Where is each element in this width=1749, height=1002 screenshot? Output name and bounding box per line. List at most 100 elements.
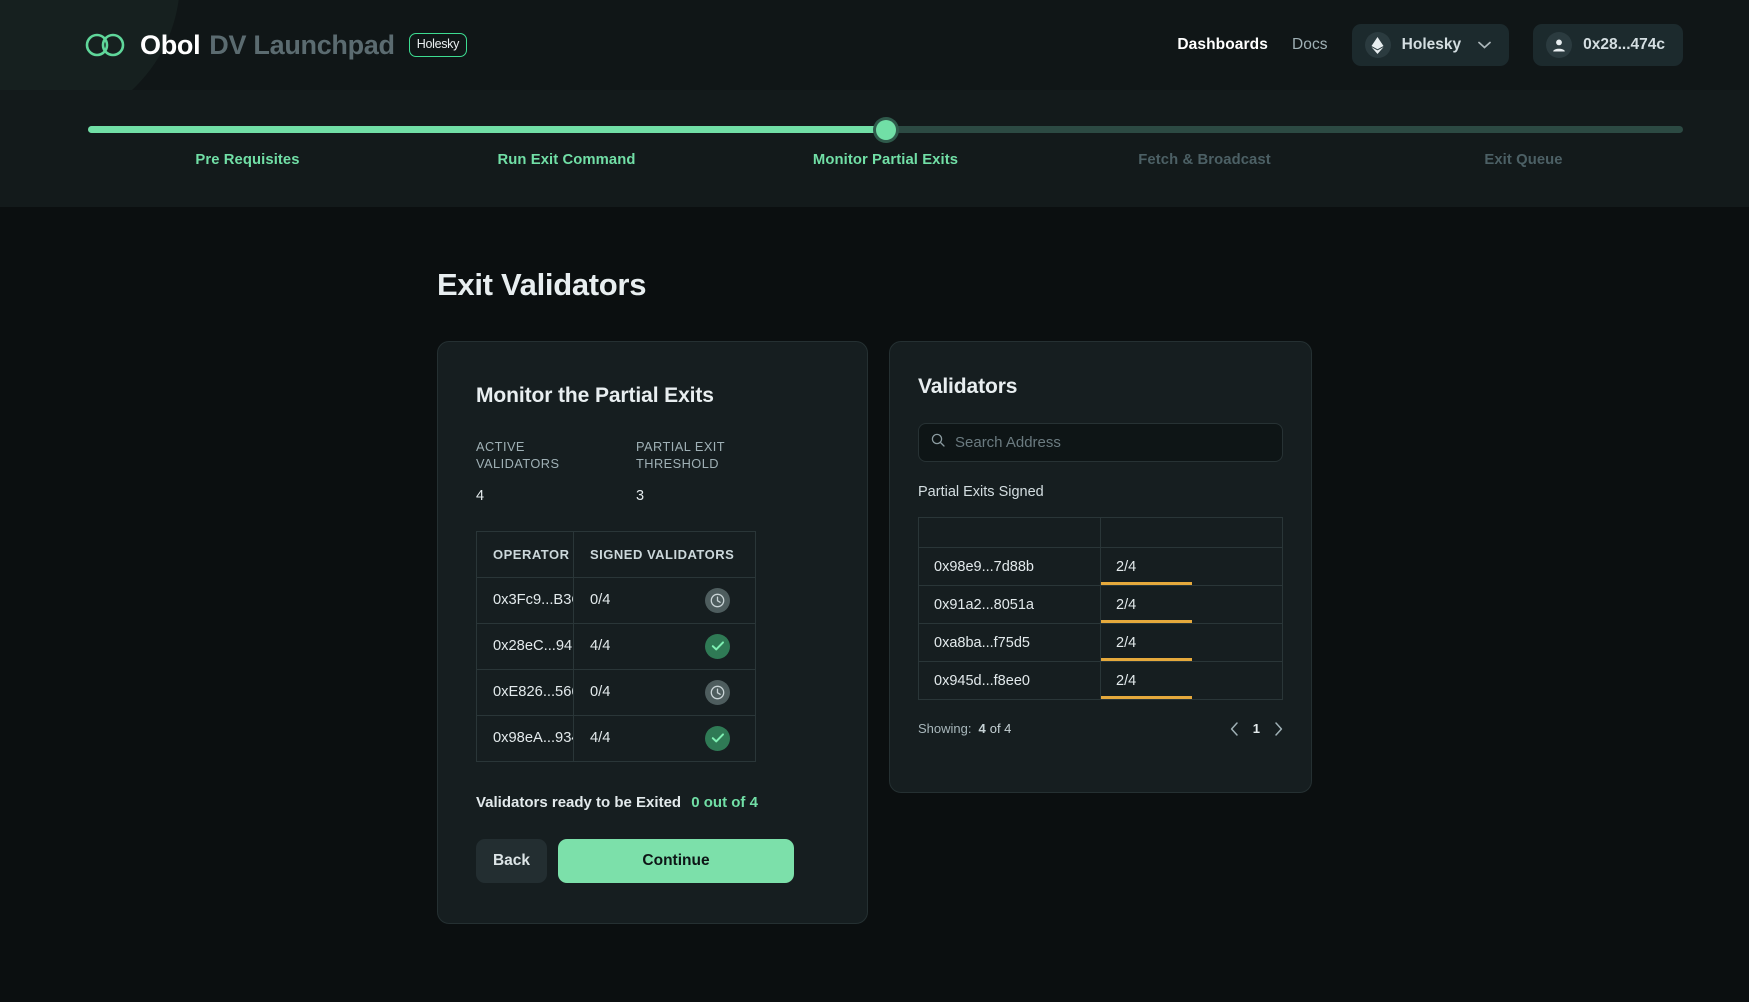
page-number[interactable]: 1 [1253,721,1260,736]
operator-signed-cell: 4/4 [574,623,756,669]
stepper-labels: Pre Requisites Run Exit Command Monitor … [88,152,1683,168]
operator-signed-count: 0/4 [590,684,705,700]
validators-ready-count: 0 out of 4 [691,794,758,811]
table-row: 0xa8ba...f75d5 2/4 [919,624,1283,662]
brand-obol: Obol [140,30,200,61]
progress-stepper: Pre Requisites Run Exit Command Monitor … [0,90,1749,207]
validator-signed-cell: 2/4 [1101,624,1283,662]
validator-signed-cell: 2/4 [1101,586,1283,624]
validator-progress-bar [1101,696,1192,699]
next-page-icon[interactable] [1274,722,1283,736]
validator-signed-cell: 2/4 [1101,662,1283,700]
validators-card: Validators Partial Exits Signed 0x [889,341,1312,793]
chevron-down-icon [1478,41,1491,49]
validator-signed-count: 2/4 [1101,597,1282,613]
operator-address: 0x98eA...934b [477,715,574,761]
table-row: 0x3Fc9...B3Ca 0/4 [477,577,756,623]
stat-partial-exit-threshold-label: PARTIAL EXIT THRESHOLD [636,439,746,473]
network-selector-label: Holesky [1402,36,1461,54]
operator-address: 0x3Fc9...B3Ca [477,577,574,623]
validator-signed-cell: 2/4 [1101,548,1283,586]
col-validator-signed [1101,518,1283,548]
nav-docs[interactable]: Docs [1292,36,1328,54]
search-address-box[interactable] [918,423,1283,462]
operator-signed-cell: 0/4 [574,577,756,623]
operator-signed-count: 4/4 [590,638,705,654]
brand-title: Obol DV Launchpad Holesky [140,30,467,61]
obol-logo-icon [84,32,126,58]
validators-table-header [919,518,1283,548]
operators-table-header: OPERATOR SIGNED VALIDATORS [477,531,756,577]
search-icon [931,433,945,452]
ethereum-icon [1365,32,1391,58]
stat-active-validators-value: 4 [476,488,636,504]
showing-label: Showing: [918,721,971,736]
continue-button[interactable]: Continue [558,839,794,883]
brand-product: DV Launchpad [209,30,394,61]
step-run-exit-command[interactable]: Run Exit Command [407,152,726,168]
app-header: Obol DV Launchpad Holesky Dashboards Doc… [0,0,1749,90]
step-exit-queue[interactable]: Exit Queue [1364,152,1683,168]
card-actions: Back Continue [476,839,829,883]
right-card-title: Validators [918,375,1283,399]
table-row: 0xE826...5663 0/4 [477,669,756,715]
stat-partial-exit-threshold-value: 3 [636,488,796,504]
operator-address: 0xE826...5663 [477,669,574,715]
page-title: Exit Validators [0,267,1749,303]
nav-dashboards[interactable]: Dashboards [1177,36,1268,54]
showing-total: of 4 [990,721,1012,736]
stat-active-validators: ACTIVE VALIDATORS 4 [476,439,636,504]
table-row: 0x28eC...9474 4/4 [477,623,756,669]
clock-icon [705,588,730,613]
stepper-track-fill [88,126,886,133]
validator-address: 0x945d...f8ee0 [919,662,1101,700]
stepper-track [88,126,1683,133]
left-card-title: Monitor the Partial Exits [476,384,829,408]
main-content: Exit Validators Monitor the Partial Exit… [0,207,1749,924]
validator-signed-count: 2/4 [1101,559,1282,575]
prev-page-icon[interactable] [1230,722,1239,736]
network-chip: Holesky [409,33,467,57]
operator-signed-cell: 0/4 [574,669,756,715]
step-fetch-broadcast[interactable]: Fetch & Broadcast [1045,152,1364,168]
wallet-button[interactable]: 0x28...474c [1533,24,1683,66]
table-row: 0x945d...f8ee0 2/4 [919,662,1283,700]
validator-signed-count: 2/4 [1101,673,1282,689]
operator-signed-cell: 4/4 [574,715,756,761]
validators-ready-row: Validators ready to be Exited 0 out of 4 [476,794,829,811]
validators-table-footer: Showing: 4 of 4 1 [918,721,1283,736]
stepper-knob[interactable] [876,120,896,140]
step-monitor-partial-exits[interactable]: Monitor Partial Exits [726,152,1045,168]
header-nav: Dashboards Docs Holesky 0x28...474c [1177,24,1683,66]
operator-signed-count: 0/4 [590,592,705,608]
clock-icon [705,680,730,705]
validators-ready-label: Validators ready to be Exited [476,794,681,811]
validators-table: 0x98e9...7d88b 2/4 0x91a2...8051a 2/4 [918,517,1283,700]
stat-active-validators-label: ACTIVE VALIDATORS [476,439,586,473]
pagination: 1 [1230,721,1283,736]
col-signed-validators: SIGNED VALIDATORS [574,531,756,577]
search-input[interactable] [955,434,1270,451]
stats-row: ACTIVE VALIDATORS 4 PARTIAL EXIT THRESHO… [476,439,829,504]
col-validator-address [919,518,1101,548]
operator-signed-count: 4/4 [590,730,705,746]
col-operator: OPERATOR [477,531,574,577]
wallet-address: 0x28...474c [1583,36,1665,54]
validator-address: 0xa8ba...f75d5 [919,624,1101,662]
table-row: 0x98eA...934b 4/4 [477,715,756,761]
check-icon [705,726,730,751]
table-row: 0x98e9...7d88b 2/4 [919,548,1283,586]
brand: Obol DV Launchpad Holesky [84,30,467,61]
network-selector[interactable]: Holesky [1352,24,1509,66]
check-icon [705,634,730,659]
back-button[interactable]: Back [476,839,547,883]
step-pre-requisites[interactable]: Pre Requisites [88,152,407,168]
partial-exits-signed-label: Partial Exits Signed [918,484,1283,500]
content-columns: Monitor the Partial Exits ACTIVE VALIDAT… [0,341,1749,924]
user-avatar-icon [1546,32,1572,58]
validator-signed-count: 2/4 [1101,635,1282,651]
monitor-partial-exits-card: Monitor the Partial Exits ACTIVE VALIDAT… [437,341,868,924]
validator-address: 0x98e9...7d88b [919,548,1101,586]
table-row: 0x91a2...8051a 2/4 [919,586,1283,624]
validator-address: 0x91a2...8051a [919,586,1101,624]
